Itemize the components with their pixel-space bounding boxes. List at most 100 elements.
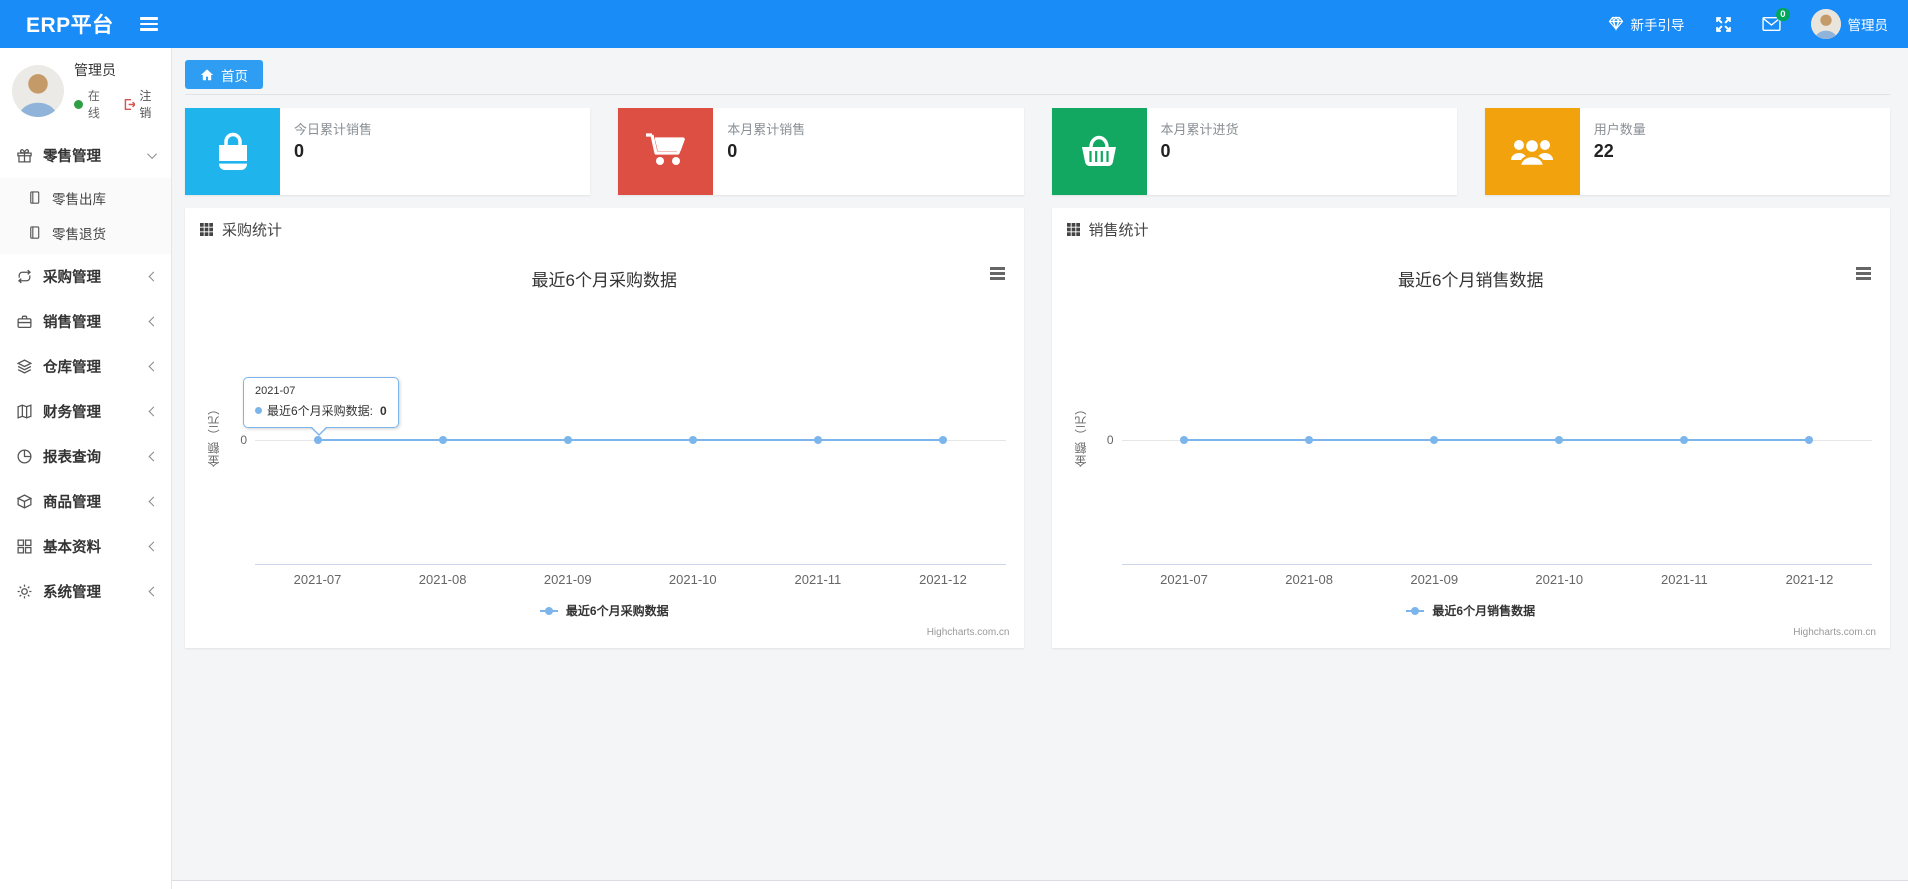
stat-card-user-count[interactable]: 用户数量 22 [1484,108,1890,195]
chart-title: 最近6个月销售数据 [1398,271,1544,290]
sidebar-item-label: 销售管理 [43,315,101,331]
sign-out-icon [124,98,136,110]
chevron-left-icon [148,361,159,372]
shopping-bag-icon [185,108,280,195]
user-panel: 管理员 在线 注销 [0,48,171,133]
messages-button[interactable]: 0 [1761,8,1790,32]
x-axis-tick: 2021-08 [418,572,467,587]
legend-item[interactable]: 最近6个月采购数据 [185,602,1024,619]
stat-card-month-sales[interactable]: 本月累计销售 0 [618,108,1024,195]
x-axis-line [1121,564,1872,565]
guide-label: 新手引导 [1630,18,1685,33]
chevron-left-icon [148,541,159,552]
x-axis-tick: 2021-10 [668,572,717,587]
chart-menu-button[interactable] [1853,264,1874,283]
sidebar-item-purchase[interactable]: 采购管理 [0,254,171,299]
pie-chart-icon [15,448,33,466]
data-point[interactable] [1305,436,1314,444]
th-grid-icon [1066,222,1080,236]
sidebar-item-label: 仓库管理 [43,360,101,376]
data-point[interactable] [1430,436,1439,444]
chevron-left-icon [148,271,159,282]
navbar-user-name: 管理员 [1847,18,1889,33]
sidebar-item-retail-return[interactable]: 零售退货 [0,215,171,250]
data-point[interactable] [813,436,822,444]
x-axis-tick: 2021-09 [543,572,592,587]
avatar [1810,9,1841,39]
panel-title: 采购统计 [222,221,283,239]
sidebar-subitem-label: 零售出库 [52,191,106,207]
data-point[interactable] [1680,436,1689,444]
data-point[interactable] [1180,436,1189,444]
stat-cards-row: 今日累计销售 0 本月累计销售 0 本月累计进货 0 用户数量 22 [185,108,1890,195]
purchase-stats-panel: 采购统计 最近6个月采购数据 金额（元） 0 2021-07 2021-08 2… [185,208,1024,648]
th-grid-icon [200,222,213,236]
chart-title: 最近6个月采购数据 [531,271,677,290]
data-point[interactable] [563,436,572,444]
purchase-chart: 最近6个月采购数据 金额（元） 0 2021-07 2021-08 2021-0… [185,250,1024,646]
sidebar-item-retail[interactable]: 零售管理 [0,133,171,178]
data-point[interactable] [438,436,447,444]
panel-title: 销售统计 [1088,221,1149,239]
highcharts-credits[interactable]: Highcharts.com.cn [1793,627,1876,638]
chevron-left-icon [148,496,159,507]
sidebar-toggle-icon[interactable] [139,17,158,31]
stat-value: 0 [727,141,738,161]
data-point[interactable] [938,436,947,444]
sidebar-item-retail-outbound[interactable]: 零售出库 [0,180,171,215]
sidebar-item-warehouse[interactable]: 仓库管理 [0,344,171,389]
x-axis-tick: 2021-11 [794,572,842,587]
legend-marker-icon [539,606,558,615]
highcharts-credits[interactable]: Highcharts.com.cn [927,627,1010,638]
sales-stats-panel: 销售统计 最近6个月销售数据 金额（元） 0 2021-07 2021-08 2… [1051,208,1891,648]
tab-home[interactable]: 首页 [185,60,263,89]
data-point[interactable] [1555,436,1564,444]
stat-label: 今日累计销售 [294,122,373,137]
chart-menu-button[interactable] [987,264,1008,283]
fullscreen-button[interactable] [1715,16,1732,33]
sidebar-item-finance[interactable]: 财务管理 [0,389,171,434]
legend-label: 最近6个月采购数据 [565,604,669,618]
legend-item[interactable]: 最近6个月销售数据 [1052,602,1891,619]
sales-chart: 最近6个月销售数据 金额（元） 0 2021-07 2021-08 2021-0… [1052,250,1891,646]
series-line [317,439,943,441]
stat-card-today-sales[interactable]: 今日累计销售 0 [185,108,591,195]
sidebar-item-sales[interactable]: 销售管理 [0,299,171,344]
stat-card-month-purchase[interactable]: 本月累计进货 0 [1051,108,1457,195]
guide-button[interactable]: 新手引导 [1608,14,1685,34]
x-axis-tick: 2021-10 [1535,572,1584,587]
stat-label: 本月累计进货 [1160,122,1239,137]
layers-icon [15,358,33,376]
sidebar-subitem-label: 零售退货 [52,226,106,242]
sidebar-item-basic-data[interactable]: 基本资料 [0,524,171,569]
top-navbar: ERP平台 新手引导 0 管理员 [0,0,1908,48]
tab-bar: 首页 [185,48,1890,95]
data-point[interactable] [1805,436,1814,444]
app-brand[interactable]: ERP平台 [26,9,114,39]
message-count-badge: 0 [1776,8,1790,21]
gem-icon [1608,15,1624,34]
avatar [12,64,64,117]
data-point[interactable] [688,436,697,444]
x-axis-tick: 2021-12 [919,572,967,587]
gift-icon [15,147,33,165]
home-icon [200,68,214,80]
x-axis-tick: 2021-07 [1160,572,1208,587]
x-axis-tick: 2021-11 [1661,572,1708,587]
data-point[interactable] [313,436,322,444]
main-content: 首页 今日累计销售 0 本月累计销售 0 本月累计进货 0 用户数量 22 采购… [172,48,1908,889]
sidebar-item-label: 财务管理 [43,405,101,421]
ledger-icon [15,403,33,421]
box-icon [15,493,33,511]
chart-tooltip: 2021-07 最近6个月采购数据: 0 [243,377,399,436]
sidebar-item-system[interactable]: 系统管理 [0,569,171,614]
stat-value: 0 [294,141,305,161]
user-menu[interactable]: 管理员 [1810,9,1889,39]
sidebar-item-products[interactable]: 商品管理 [0,479,171,524]
sidebar-item-reports[interactable]: 报表查询 [0,434,171,479]
chart-panels-row: 采购统计 最近6个月采购数据 金额（元） 0 2021-07 2021-08 2… [185,208,1890,648]
tooltip-series-label: 最近6个月采购数据: [267,404,374,418]
y-axis-tick: 0 [240,433,247,447]
basket-icon [1051,108,1147,195]
logout-button[interactable]: 注销 [123,87,163,121]
